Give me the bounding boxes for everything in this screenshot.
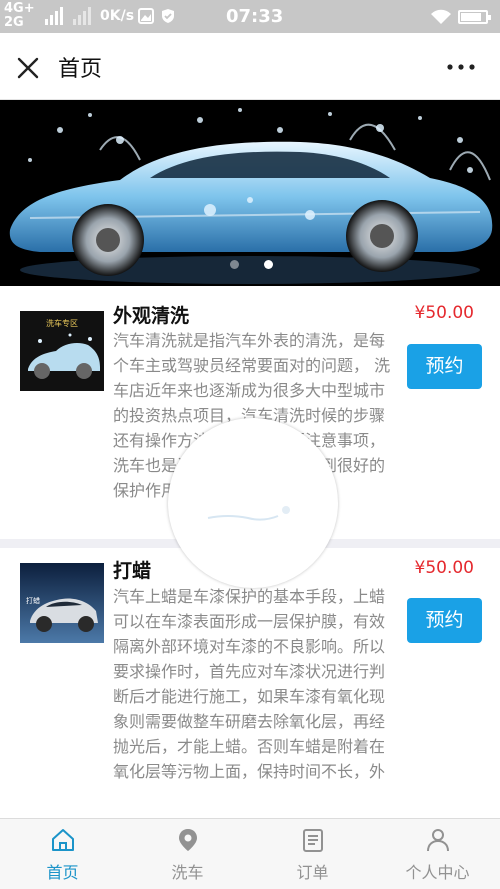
nav-bar: 首页 <box>0 33 500 100</box>
tab-home[interactable]: 首页 <box>0 819 125 889</box>
tab-label: 订单 <box>296 863 329 882</box>
book-button[interactable]: 预约 <box>407 344 482 389</box>
home-icon <box>52 829 74 851</box>
close-icon[interactable] <box>14 54 42 82</box>
loading-spinner <box>168 418 338 588</box>
clock: 07:33 <box>226 6 284 27</box>
location-pin-icon <box>179 829 197 851</box>
signal-secondary-icon <box>73 7 91 25</box>
tab-label: 个人中心 <box>405 863 470 882</box>
wifi-icon <box>431 9 451 24</box>
order-list-icon <box>303 829 323 852</box>
user-icon <box>427 829 449 852</box>
tab-label: 洗车 <box>171 863 204 882</box>
service-name: 打蜡 <box>113 560 152 582</box>
photo-notification-icon <box>138 8 154 24</box>
carousel-indicator <box>230 254 298 273</box>
tab-profile[interactable]: 个人中心 <box>375 819 500 889</box>
carousel-dot[interactable] <box>264 260 273 269</box>
tab-car-wash[interactable]: 洗车 <box>125 819 250 889</box>
service-thumbnail: 洗车专区 <box>20 311 104 391</box>
svg-text:打蜡: 打蜡 <box>26 596 40 605</box>
network-type-primary: 4G+ <box>4 1 35 16</box>
banner-carousel[interactable] <box>0 100 500 286</box>
service-name: 外观清洗 <box>113 305 190 327</box>
bottom-tab-bar: 首页 洗车 订单 个人中心 <box>0 818 500 889</box>
svg-text:洗车专区: 洗车专区 <box>46 318 78 328</box>
carousel-dot[interactable] <box>230 260 239 269</box>
network-type-secondary: 2G <box>4 15 24 30</box>
page-title: 首页 <box>58 57 103 82</box>
service-price: ¥50.00 <box>414 303 474 323</box>
network-speed: 0K/s <box>100 8 135 24</box>
service-description: 汽车上蜡是车漆保护的基本手段，上蜡可以在车漆表面形成一层保护膜，有效隔离外部环境… <box>113 587 386 781</box>
tab-orders[interactable]: 订单 <box>250 819 375 889</box>
battery-level <box>461 13 481 21</box>
battery-icon <box>458 10 491 24</box>
tab-label: 首页 <box>46 863 79 882</box>
service-card-waxing[interactable]: 打蜡 打蜡 ¥50.00 汽车上蜡是车漆保护的基本手段，上蜡可以在车漆表面形成一… <box>0 548 500 818</box>
service-thumbnail: 打蜡 <box>20 563 104 643</box>
more-menu-icon[interactable] <box>446 57 476 77</box>
service-price: ¥50.00 <box>414 558 474 578</box>
status-bar: 4G+ 2G 0K/s 07:33 <box>0 0 500 33</box>
network-indicator: 4G+ 2G <box>4 2 35 30</box>
signal-icon <box>45 7 63 25</box>
shield-icon <box>162 9 174 23</box>
book-button[interactable]: 预约 <box>407 598 482 643</box>
